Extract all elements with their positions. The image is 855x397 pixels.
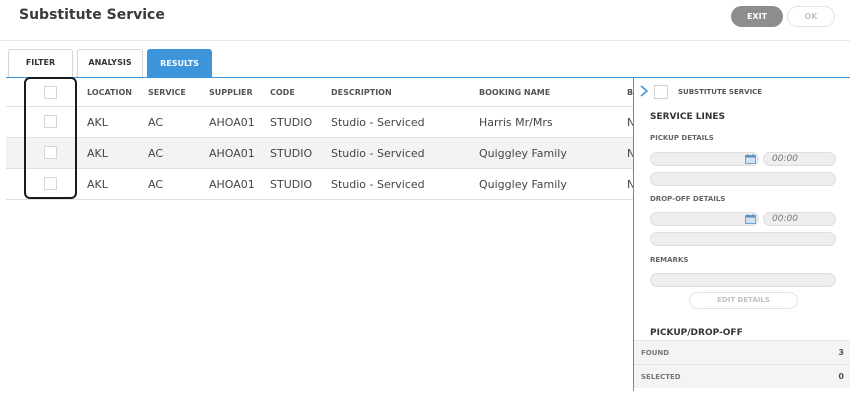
service-lines-heading: SERVICE LINES — [650, 112, 726, 122]
cell-code: STUDIO — [270, 177, 313, 191]
ok-button[interactable]: OK — [787, 6, 835, 27]
table-row[interactable]: AKL AC AHOA01 STUDIO Studio - Serviced Q… — [6, 169, 633, 200]
grid-header: LOCATION SERVICE SUPPLIER CODE DESCRIPTI… — [6, 78, 633, 107]
cell-service: AC — [148, 115, 164, 129]
selected-count: 0 — [838, 372, 844, 381]
pickup-dropoff-heading: PICKUP/DROP-OFF — [650, 328, 743, 338]
pickup-time-field[interactable]: 00:00 — [763, 152, 836, 166]
tab-analysis[interactable]: ANALYSIS — [77, 49, 143, 77]
pickup-details-label: PICKUP DETAILS — [650, 134, 714, 142]
col-service[interactable]: SERVICE — [148, 78, 186, 106]
chevron-right-icon[interactable] — [638, 84, 650, 98]
dropoff-location-field[interactable] — [650, 232, 836, 246]
cell-location: AKL — [87, 115, 108, 129]
col-booking-name[interactable]: BOOKING NAME — [479, 78, 550, 106]
cell-description: Studio - Serviced — [331, 146, 425, 160]
page-title: Substitute Service — [19, 7, 165, 23]
cell-booking-name: Quiggley Family — [479, 177, 567, 191]
cell-supplier: AHOA01 — [209, 177, 255, 191]
substitute-service-checkbox[interactable] — [654, 85, 668, 99]
selected-label: SELECTED — [641, 373, 681, 381]
remarks-field[interactable] — [650, 273, 836, 287]
cell-supplier: AHOA01 — [209, 146, 255, 160]
calendar-icon[interactable] — [745, 154, 756, 164]
tab-filter[interactable]: FILTER — [8, 49, 73, 77]
checkbox-column-highlight — [24, 77, 77, 199]
col-supplier[interactable]: SUPPLIER — [209, 78, 253, 106]
cell-location: AKL — [87, 146, 108, 160]
dropoff-details-label: DROP-OFF DETAILS — [650, 195, 726, 203]
cell-booking-name: Harris Mr/Mrs — [479, 115, 553, 129]
tab-results[interactable]: RESULTS — [147, 49, 212, 77]
substitute-service-label: SUBSTITUTE SERVICE — [678, 88, 763, 96]
col-description[interactable]: DESCRIPTION — [331, 78, 392, 106]
selected-summary: SELECTED 0 — [634, 364, 850, 388]
cell-location: AKL — [87, 177, 108, 191]
edit-details-button[interactable]: EDIT DETAILS — [689, 292, 798, 309]
dropoff-date-field[interactable] — [650, 212, 759, 226]
cell-code: STUDIO — [270, 115, 313, 129]
pickup-date-field[interactable] — [650, 152, 759, 166]
remarks-label: REMARKS — [650, 256, 689, 264]
pickup-location-field[interactable] — [650, 172, 836, 186]
cell-description: Studio - Serviced — [331, 177, 425, 191]
found-count: 3 — [838, 348, 844, 357]
header-divider — [0, 40, 850, 41]
cell-supplier: AHOA01 — [209, 115, 255, 129]
col-location[interactable]: LOCATION — [87, 78, 132, 106]
exit-button[interactable]: EXIT — [731, 6, 783, 27]
table-row[interactable]: AKL AC AHOA01 STUDIO Studio - Serviced H… — [6, 107, 633, 138]
cell-description: Studio - Serviced — [331, 115, 425, 129]
calendar-icon[interactable] — [745, 214, 756, 224]
cell-service: AC — [148, 146, 164, 160]
cell-booking-name: Quiggley Family — [479, 146, 567, 160]
table-row[interactable]: AKL AC AHOA01 STUDIO Studio - Serviced Q… — [6, 138, 633, 169]
side-panel: SUBSTITUTE SERVICE SERVICE LINES PICKUP … — [633, 78, 850, 391]
col-code[interactable]: CODE — [270, 78, 295, 106]
dropoff-time-field[interactable]: 00:00 — [763, 212, 836, 226]
cell-code: STUDIO — [270, 146, 313, 160]
cell-service: AC — [148, 177, 164, 191]
found-summary: FOUND 3 — [634, 340, 850, 364]
found-label: FOUND — [641, 349, 670, 357]
